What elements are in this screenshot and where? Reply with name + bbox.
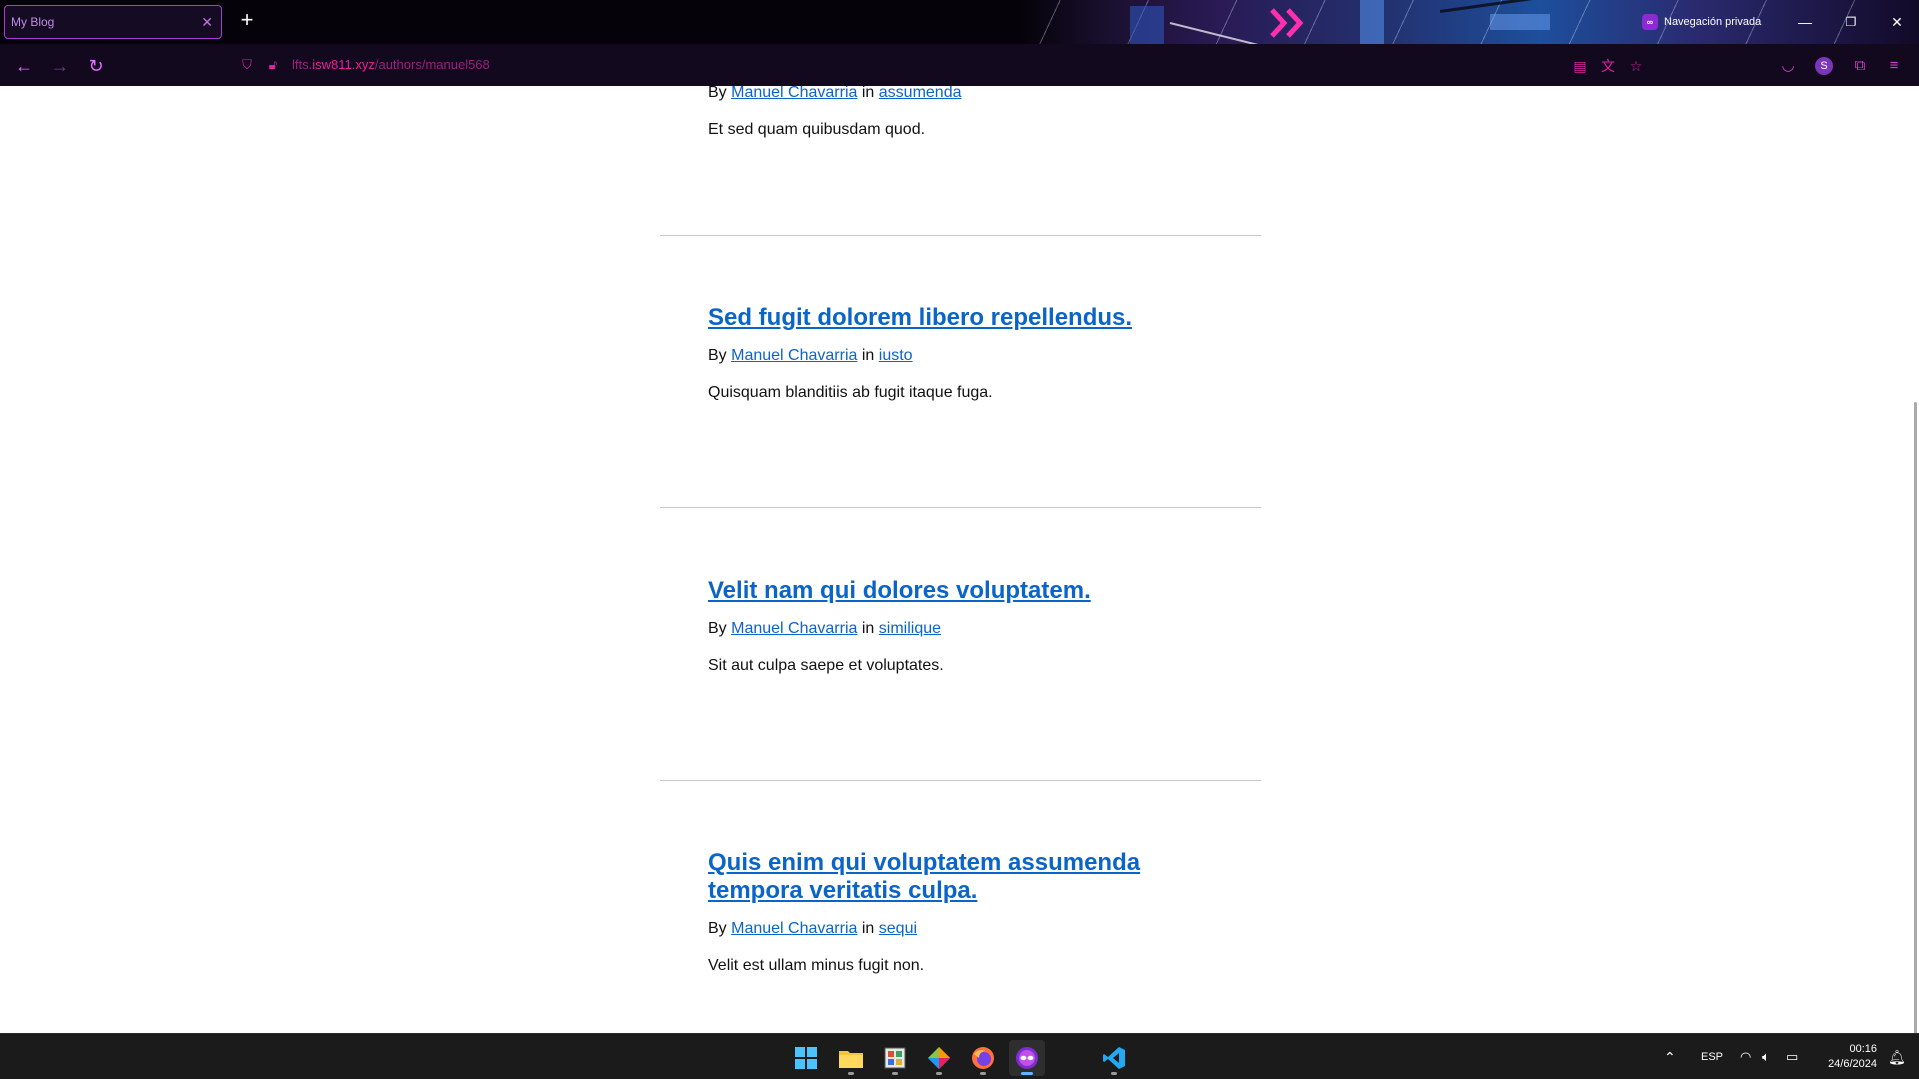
system-clock[interactable]: 00:16 24/6/2024 xyxy=(1807,1042,1877,1072)
back-arrow-icon[interactable]: ← xyxy=(10,52,38,80)
git-icon[interactable] xyxy=(921,1040,957,1076)
speaker-muted-icon[interactable]: 🔈︎ xyxy=(1762,1034,1770,1079)
running-indicator xyxy=(892,1072,898,1075)
clock-date: 24/6/2024 xyxy=(1828,1058,1877,1070)
wifi-icon[interactable]: ◠ xyxy=(1740,1034,1751,1079)
tab-my-blog[interactable]: My Blog ✕ xyxy=(4,5,222,39)
post-title-link[interactable]: Sed fugit dolorem libero repellendus. xyxy=(708,304,1168,332)
post-divider xyxy=(660,507,1261,508)
author-link[interactable]: Manuel Chavarria xyxy=(731,86,857,101)
restore-button[interactable]: ❐ xyxy=(1838,10,1864,34)
url-prefix: lfts. xyxy=(292,57,313,72)
tracking-shield-icon[interactable]: ⛉ xyxy=(238,56,256,74)
post-meta: By Manuel Chavarria in assumenda xyxy=(708,86,1168,103)
translate-icon[interactable]: 文 xyxy=(1598,56,1618,76)
battery-icon[interactable]: ▭ xyxy=(1786,1034,1798,1079)
by-label: By xyxy=(708,620,727,637)
post-divider xyxy=(660,780,1261,781)
language-indicator[interactable]: ESP xyxy=(1701,1034,1723,1079)
pocket-icon[interactable]: ◡ xyxy=(1776,54,1800,78)
private-browsing-label: Navegación privada xyxy=(1664,16,1762,28)
windows-start-icon[interactable] xyxy=(788,1040,824,1076)
close-window-button[interactable]: ✕ xyxy=(1884,10,1910,34)
clock-time: 00:16 xyxy=(1849,1043,1877,1055)
author-link[interactable]: Manuel Chavarria xyxy=(731,620,857,637)
file-explorer-icon[interactable] xyxy=(833,1040,869,1076)
app-icon[interactable] xyxy=(877,1040,913,1076)
vscode-icon[interactable] xyxy=(1096,1040,1132,1076)
page-scrollbar[interactable] xyxy=(1914,402,1917,1033)
bookmark-star-icon[interactable]: ☆ xyxy=(1626,56,1646,76)
post-meta: By Manuel Chavarria in sequi xyxy=(708,919,1168,939)
firefox-private-icon[interactable] xyxy=(1009,1040,1045,1076)
browser-nav-bar: ← → ↻ ⛉ 🔓︎ lfts.isw811.xyz/authors/manue… xyxy=(0,44,1919,86)
post-title-link[interactable]: Velit nam qui dolores voluptatem. xyxy=(708,577,1168,605)
author-link[interactable]: Manuel Chavarria xyxy=(731,347,857,364)
post-title-link[interactable]: Quis enim qui voluptatem assumenda tempo… xyxy=(708,849,1168,905)
menu-hamburger-icon[interactable]: ≡ xyxy=(1882,54,1906,78)
browser-tab-bar: My Blog ✕ + ∞ Navegación privada — ❐ ✕ xyxy=(0,0,1919,44)
by-label: By xyxy=(708,347,727,364)
category-link[interactable]: iusto xyxy=(879,347,913,364)
private-mask-icon: ∞ xyxy=(1642,14,1658,30)
insecure-lock-icon[interactable]: 🔓︎ xyxy=(264,56,282,74)
post-item: Velit nam qui dolores voluptatem. By Man… xyxy=(708,577,1168,676)
theme-art-block xyxy=(1130,6,1164,44)
category-link[interactable]: sequi xyxy=(879,920,917,937)
category-link[interactable]: similique xyxy=(879,620,941,637)
running-indicator xyxy=(980,1072,986,1075)
minimize-button[interactable]: — xyxy=(1792,10,1818,34)
tab-title: My Blog xyxy=(11,15,55,29)
extensions-icon[interactable]: ⧉ xyxy=(1848,54,1872,78)
tray-overflow-chevron-icon[interactable]: ⌃ xyxy=(1664,1034,1676,1079)
page-content: By Manuel Chavarria in assumenda Et sed … xyxy=(0,86,1919,1033)
url-path: /authors/manuel568 xyxy=(374,57,490,72)
post-meta: By Manuel Chavarria in iusto xyxy=(708,346,1168,366)
post-excerpt: Et sed quam quibusdam quod. xyxy=(708,121,926,138)
post-title-line: Quis enim qui voluptatem assumenda xyxy=(708,849,1141,876)
new-tab-button[interactable]: + xyxy=(234,8,260,34)
in-label: in xyxy=(861,86,875,101)
theme-background-art xyxy=(1020,0,1919,44)
notifications-icon[interactable]: 🔔︎ xyxy=(1888,1034,1906,1079)
firefox-icon[interactable] xyxy=(965,1040,1001,1076)
reload-icon[interactable]: ↻ xyxy=(82,52,110,80)
theme-art-block xyxy=(1360,0,1384,44)
url-text[interactable]: lfts.isw811.xyz/authors/manuel568 xyxy=(292,50,490,80)
post-title-line: tempora veritatis culpa. xyxy=(708,877,978,904)
in-label: in xyxy=(861,920,875,937)
post-excerpt: Sit aut culpa saepe et voluptates. xyxy=(708,657,944,674)
post-excerpt: Quisquam blanditiis ab fugit itaque fuga… xyxy=(708,384,993,401)
reader-view-icon[interactable]: ▤ xyxy=(1570,56,1590,76)
running-indicator xyxy=(1111,1072,1117,1075)
author-link[interactable]: Manuel Chavarria xyxy=(731,920,857,937)
address-bar[interactable]: ⛉ 🔓︎ lfts.isw811.xyz/authors/manuel568 ▤… xyxy=(232,50,1642,80)
tab-close-icon[interactable]: ✕ xyxy=(201,6,213,38)
private-browsing-indicator: ∞ Navegación privada xyxy=(1642,12,1761,32)
by-label: By xyxy=(708,86,727,101)
post-item: By Manuel Chavarria in assumenda Et sed … xyxy=(708,86,1168,140)
account-avatar-icon[interactable]: S xyxy=(1815,57,1833,75)
in-label: in xyxy=(861,347,875,364)
forward-arrow-icon[interactable]: → xyxy=(46,52,74,80)
post-excerpt: Velit est ullam minus fugit non. xyxy=(708,957,925,974)
post-divider xyxy=(660,235,1261,236)
post-item: Sed fugit dolorem libero repellendus. By… xyxy=(708,304,1168,403)
by-label: By xyxy=(708,920,727,937)
post-item: Quis enim qui voluptatem assumenda tempo… xyxy=(708,849,1168,976)
url-host: isw811.xyz xyxy=(312,57,375,72)
running-indicator xyxy=(1021,1072,1033,1075)
running-indicator xyxy=(936,1072,942,1075)
category-link[interactable]: assumenda xyxy=(879,86,962,101)
theme-art-block xyxy=(1490,14,1550,30)
running-indicator xyxy=(848,1072,854,1075)
post-meta: By Manuel Chavarria in similique xyxy=(708,619,1168,639)
windows-taskbar: ⌃ ESP ◠ 🔈︎ ▭ 00:16 24/6/2024 🔔︎ xyxy=(0,1033,1919,1079)
in-label: in xyxy=(861,620,875,637)
